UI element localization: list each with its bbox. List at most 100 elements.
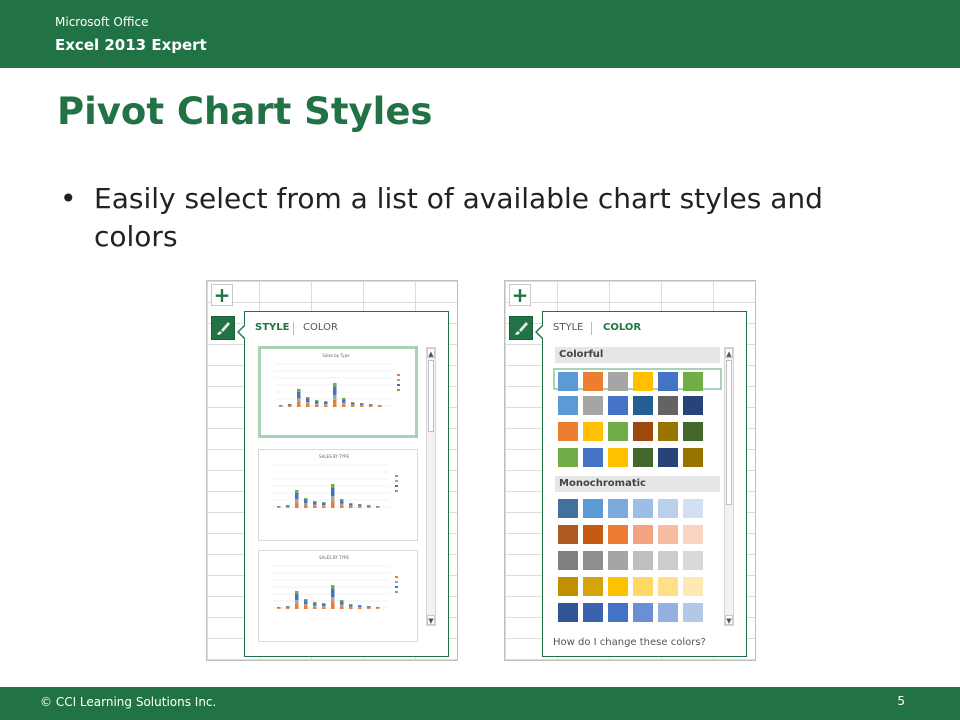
bullet-text: Easily select from a list of available c… (94, 182, 823, 253)
thumbnail-bar (315, 404, 319, 407)
chart-elements-button[interactable]: + (509, 284, 531, 306)
color-swatch (658, 499, 678, 518)
thumbnail-bar (286, 506, 290, 508)
color-scheme-option[interactable] (555, 394, 720, 416)
color-help-link[interactable]: How do I change these colors? (553, 637, 706, 648)
thumbnail-bar (324, 405, 328, 407)
style-thumbnail-chart: SALES BY TYPE (273, 555, 398, 609)
brand-label: Microsoft Office (55, 15, 149, 29)
scroll-up-arrow[interactable]: ▲ (725, 348, 733, 358)
thumbnail-bar (297, 391, 301, 398)
tab-style[interactable]: STYLE (553, 322, 583, 333)
thumbnail-chart-title: SALES BY TYPE (319, 454, 349, 459)
scroll-down-arrow[interactable]: ▼ (427, 615, 435, 625)
style-thumbnail[interactable]: SALES BY TYPE (258, 449, 418, 541)
thumbnail-bar (322, 502, 326, 505)
thumbnail-bar (313, 501, 317, 503)
thumbnail-bar (286, 608, 290, 609)
thumbnail-bar (277, 608, 281, 609)
color-swatch (683, 372, 703, 391)
legend-swatch (395, 490, 398, 492)
color-swatch (583, 603, 603, 622)
style-pane-screenshot: + STYLE COLOR Sales by Type SALES BY TYP… (206, 280, 458, 661)
thumbnail-bar (349, 506, 353, 508)
chart-styles-button[interactable] (509, 316, 533, 340)
color-scheme-option[interactable] (553, 368, 722, 391)
thumbnail-bar (331, 585, 335, 589)
thumbnail-bar (322, 603, 326, 604)
tab-color[interactable]: COLOR (303, 322, 338, 333)
thumbnail-bar (295, 490, 299, 493)
color-swatch (658, 372, 678, 391)
thumbnail-bar (358, 605, 362, 607)
color-scheme-option[interactable] (555, 523, 720, 545)
color-swatch (558, 448, 578, 467)
legend-swatch (395, 591, 398, 593)
color-swatch (608, 603, 628, 622)
color-scheme-option[interactable] (555, 446, 720, 468)
color-swatch (683, 577, 703, 596)
color-scheme-option[interactable] (555, 549, 720, 571)
scroll-down-arrow[interactable]: ▼ (725, 615, 733, 625)
product-label: Excel 2013 Expert (55, 36, 207, 54)
color-scheme-option[interactable] (555, 575, 720, 597)
thumbnail-bar (324, 404, 328, 406)
thumbnail-bar (360, 405, 364, 406)
page-number: 5 (897, 694, 905, 708)
color-swatch (608, 499, 628, 518)
tab-color[interactable]: COLOR (603, 322, 641, 333)
color-swatch (608, 577, 628, 596)
color-swatch (583, 448, 603, 467)
thumbnail-bar (295, 600, 299, 604)
legend-swatch (397, 374, 400, 376)
thumbnail-bar (369, 406, 373, 407)
color-scheme-option[interactable] (555, 601, 720, 623)
thumbnail-bar (322, 502, 326, 503)
thumbnail-bar (340, 499, 344, 501)
thumbnail-bar (358, 607, 362, 608)
chart-elements-button[interactable]: + (211, 284, 233, 306)
style-pane-scrollbar[interactable]: ▲ ▼ (426, 347, 436, 626)
style-thumbnail[interactable]: Sales by Type (258, 346, 418, 438)
thumbnail-bar (331, 487, 335, 496)
color-swatch (558, 603, 578, 622)
legend-swatch (395, 576, 398, 578)
color-scheme-option[interactable] (555, 420, 720, 442)
color-swatch (658, 396, 678, 415)
legend-swatch (395, 485, 398, 487)
thumbnail-bar (360, 403, 364, 404)
color-pane-scrollbar[interactable]: ▲ ▼ (724, 347, 734, 626)
tab-separator (591, 322, 592, 335)
thumbnail-bar (358, 506, 362, 508)
color-swatch (608, 422, 628, 441)
thumbnail-bar (277, 506, 281, 507)
thumbnail-bar (340, 505, 344, 508)
thumbnail-bar (342, 398, 346, 400)
thumbnail-bar (313, 606, 317, 609)
color-pane: STYLE COLOR Colorful Monochromatic ▲ ▼ Ho… (535, 311, 747, 657)
thumbnail-bar (358, 504, 362, 505)
scroll-thumb[interactable] (726, 360, 732, 505)
thumbnail-bar (331, 601, 335, 609)
tab-style[interactable]: STYLE (255, 322, 289, 333)
thumbnail-bar (367, 608, 371, 609)
thumbnail-bar (349, 604, 353, 605)
thumbnail-bar (333, 395, 337, 400)
thumbnail-bar (304, 606, 308, 609)
thumbnail-bar (349, 503, 353, 504)
thumbnail-bar (358, 607, 362, 609)
scroll-up-arrow[interactable]: ▲ (427, 348, 435, 358)
thumbnail-bar (304, 503, 308, 505)
thumbnail-bar (304, 498, 308, 500)
color-scheme-option[interactable] (555, 497, 720, 519)
thumbnail-bar (322, 606, 326, 608)
scroll-thumb[interactable] (428, 360, 434, 432)
thumbnail-bar (376, 507, 380, 508)
chart-styles-button[interactable] (211, 316, 235, 340)
thumbnail-bar (331, 588, 335, 597)
color-swatch (633, 603, 653, 622)
thumbnail-bar (297, 401, 301, 407)
style-thumbnail[interactable]: SALES BY TYPE (258, 550, 418, 642)
color-swatch (633, 372, 653, 391)
thumbnail-bar (349, 607, 353, 609)
